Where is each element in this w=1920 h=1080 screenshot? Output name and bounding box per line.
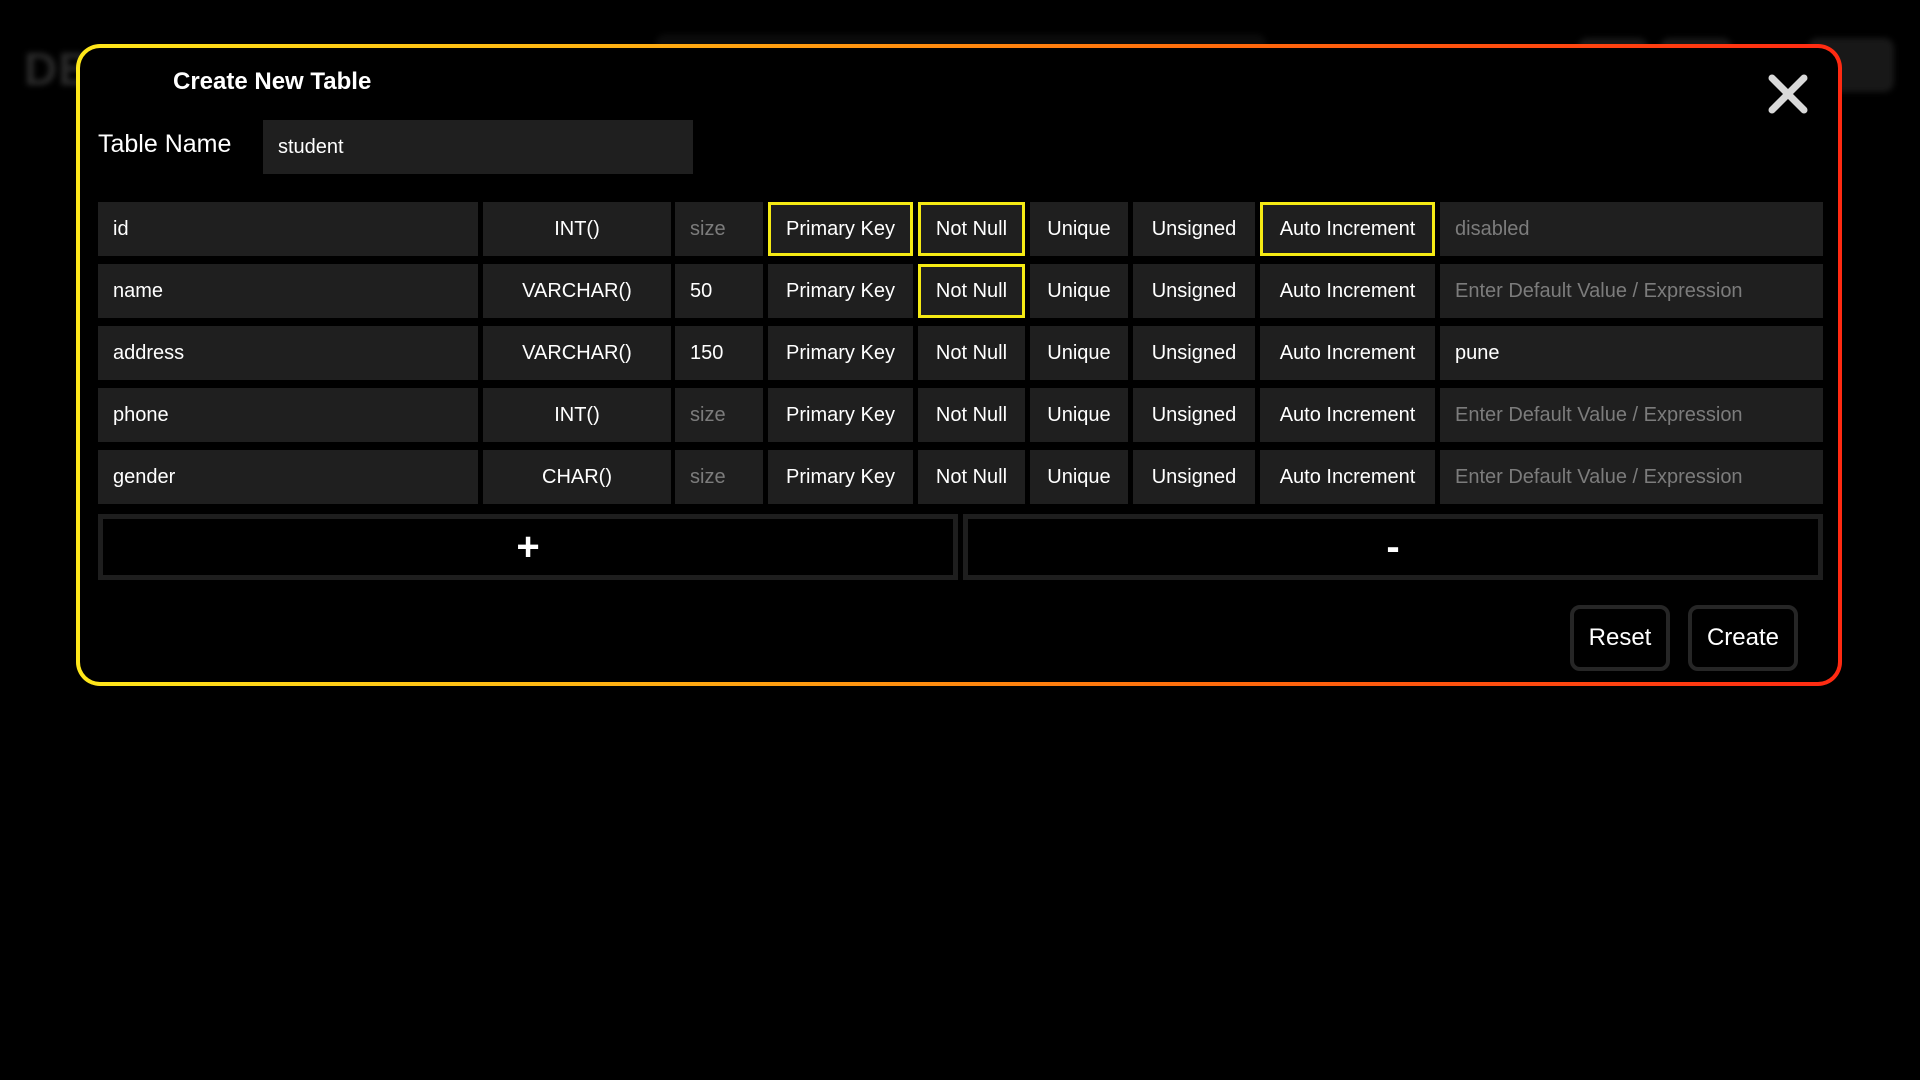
column-size-input[interactable]: 150 bbox=[675, 326, 763, 380]
create-table-modal: Create New Table Table Name idINT()sizeP… bbox=[76, 44, 1842, 686]
unique-toggle[interactable]: Unique bbox=[1030, 388, 1128, 442]
unsigned-toggle[interactable]: Unsigned bbox=[1133, 450, 1255, 504]
column-name-input[interactable]: address bbox=[98, 326, 478, 380]
not-null-toggle[interactable]: Not Null bbox=[918, 388, 1025, 442]
column-type-select[interactable]: VARCHAR() bbox=[483, 326, 671, 380]
not-null-toggle[interactable]: Not Null bbox=[918, 264, 1025, 318]
reset-button[interactable]: Reset bbox=[1570, 605, 1670, 671]
default-value-input[interactable]: Enter Default Value / Expression bbox=[1440, 450, 1823, 504]
auto-increment-toggle[interactable]: Auto Increment bbox=[1260, 202, 1435, 256]
unsigned-toggle[interactable]: Unsigned bbox=[1133, 388, 1255, 442]
table-name-label: Table Name bbox=[98, 130, 232, 158]
unsigned-toggle[interactable]: Unsigned bbox=[1133, 264, 1255, 318]
primary-key-toggle[interactable]: Primary Key bbox=[768, 326, 913, 380]
column-size-input[interactable]: 50 bbox=[675, 264, 763, 318]
close-button[interactable] bbox=[1764, 70, 1812, 118]
not-null-toggle[interactable]: Not Null bbox=[918, 326, 1025, 380]
primary-key-toggle[interactable]: Primary Key bbox=[768, 202, 913, 256]
not-null-toggle[interactable]: Not Null bbox=[918, 450, 1025, 504]
primary-key-toggle[interactable]: Primary Key bbox=[768, 264, 913, 318]
unsigned-toggle[interactable]: Unsigned bbox=[1133, 202, 1255, 256]
column-name-input[interactable]: id bbox=[98, 202, 478, 256]
column-type-select[interactable]: CHAR() bbox=[483, 450, 671, 504]
table-name-input[interactable] bbox=[263, 120, 693, 174]
default-value-input[interactable]: pune bbox=[1440, 326, 1823, 380]
remove-column-button[interactable]: - bbox=[963, 514, 1823, 580]
column-type-select[interactable]: INT() bbox=[483, 388, 671, 442]
column-type-select[interactable]: VARCHAR() bbox=[483, 264, 671, 318]
column-row: name VARCHAR() 50 Primary Key Not Null Unique… bbox=[98, 264, 1823, 318]
default-value-input[interactable]: Enter Default Value / Expression bbox=[1440, 388, 1823, 442]
modal-title: Create New Table bbox=[173, 68, 372, 95]
column-row: phone INT() size Primary Key Not Null Unique U… bbox=[98, 388, 1823, 442]
column-name-input[interactable]: phone bbox=[98, 388, 478, 442]
row-controls: + - bbox=[98, 514, 1823, 580]
auto-increment-toggle[interactable]: Auto Increment bbox=[1260, 450, 1435, 504]
column-name-input[interactable]: name bbox=[98, 264, 478, 318]
unique-toggle[interactable]: Unique bbox=[1030, 264, 1128, 318]
column-row: id INT() size Primary Key Not Null Unique Unsi… bbox=[98, 202, 1823, 256]
column-definitions: id INT() size Primary Key Not Null Unique Unsi… bbox=[98, 202, 1823, 512]
default-value-input[interactable]: Enter Default Value / Expression bbox=[1440, 264, 1823, 318]
close-x-icon bbox=[1768, 74, 1808, 114]
primary-key-toggle[interactable]: Primary Key bbox=[768, 450, 913, 504]
column-size-input[interactable]: size bbox=[675, 202, 763, 256]
not-null-toggle[interactable]: Not Null bbox=[918, 202, 1025, 256]
create-button[interactable]: Create bbox=[1688, 605, 1798, 671]
modal-body: Create New Table Table Name idINT()sizeP… bbox=[80, 48, 1838, 682]
unsigned-toggle[interactable]: Unsigned bbox=[1133, 326, 1255, 380]
column-size-input[interactable]: size bbox=[675, 450, 763, 504]
auto-increment-toggle[interactable]: Auto Increment bbox=[1260, 264, 1435, 318]
column-row: gender CHAR() size Primary Key Not Null Uniqu… bbox=[98, 450, 1823, 504]
column-name-input[interactable]: gender bbox=[98, 450, 478, 504]
auto-increment-toggle[interactable]: Auto Increment bbox=[1260, 388, 1435, 442]
unique-toggle[interactable]: Unique bbox=[1030, 326, 1128, 380]
unique-toggle[interactable]: Unique bbox=[1030, 202, 1128, 256]
add-column-button[interactable]: + bbox=[98, 514, 958, 580]
column-size-input[interactable]: size bbox=[675, 388, 763, 442]
default-value-input[interactable]: disabled bbox=[1440, 202, 1823, 256]
auto-increment-toggle[interactable]: Auto Increment bbox=[1260, 326, 1435, 380]
column-row: address VARCHAR() 150 Primary Key Not Null Un… bbox=[98, 326, 1823, 380]
primary-key-toggle[interactable]: Primary Key bbox=[768, 388, 913, 442]
column-type-select[interactable]: INT() bbox=[483, 202, 671, 256]
unique-toggle[interactable]: Unique bbox=[1030, 450, 1128, 504]
